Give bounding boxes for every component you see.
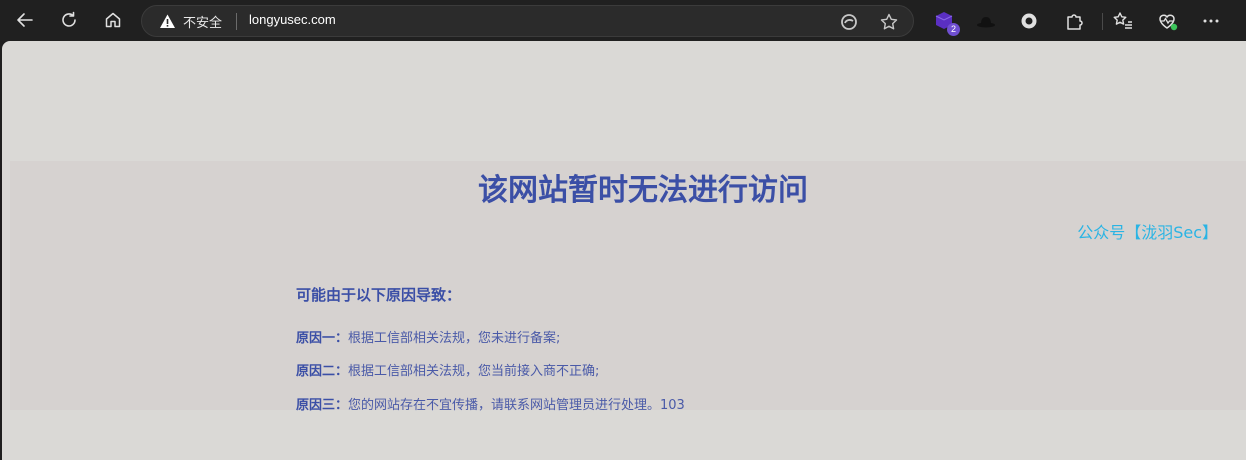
reason-label: 原因一： [296, 331, 349, 346]
reasons-heading: 可能由于以下原因导致： [296, 286, 462, 304]
security-status[interactable]: 不安全 [183, 12, 222, 31]
circle-icon [1021, 13, 1037, 29]
reason-text: 根据工信部相关法规，您未进行备案; [348, 331, 561, 346]
reason-text: 您的网站存在不宜传播，请联系网站管理员进行处理。103 [348, 398, 685, 413]
divider [236, 13, 237, 30]
reason-text: 根据工信部相关法规，您当前接入商不正确; [348, 364, 600, 379]
extension-badge: 2 [947, 23, 960, 36]
page-title: 该网站暂时无法进行访问 [478, 173, 808, 208]
favorites-button[interactable] [1110, 8, 1136, 34]
immersive-reader-icon[interactable] [839, 12, 859, 32]
extension-button[interactable]: 2 [932, 8, 960, 36]
reload-icon [62, 11, 76, 27]
hat-icon [977, 17, 995, 28]
back-button[interactable] [10, 5, 40, 35]
reason-item: 原因一：根据工信部相关法规，您未进行备案; [296, 327, 560, 346]
reason-label: 原因二： [296, 364, 349, 379]
address-bar[interactable]: 不安全 longyusec.com [141, 5, 914, 37]
favorites-list-icon [1113, 12, 1132, 29]
toolbar-divider [1102, 13, 1103, 30]
home-button[interactable] [98, 5, 128, 35]
warning-icon[interactable] [159, 13, 176, 30]
reason-item: 原因三：您的网站存在不宜传播，请联系网站管理员进行处理。103 [296, 394, 685, 413]
reason-item: 原因二：根据工信部相关法规，您当前接入商不正确; [296, 360, 599, 379]
settings-more-button[interactable] [1198, 8, 1224, 34]
extensions-button[interactable] [1061, 8, 1087, 34]
wechat-account-note: 公众号【泷羽Sec】 [1077, 223, 1218, 242]
page-content: 该网站暂时无法进行访问 公众号【泷羽Sec】 可能由于以下原因导致： 原因一：根… [2, 41, 1246, 460]
error-panel: 该网站暂时无法进行访问 公众号【泷羽Sec】 可能由于以下原因导致： 原因一：根… [10, 161, 1246, 413]
favorite-star-icon[interactable] [879, 12, 899, 32]
browser-toolbar: 不安全 longyusec.com 2 [0, 0, 1246, 41]
browser-essentials-button[interactable] [1154, 8, 1180, 34]
more-dots-icon [1203, 19, 1219, 23]
heart-pulse-icon [1159, 14, 1178, 31]
url-text[interactable]: longyusec.com [249, 12, 336, 27]
reason-label: 原因三： [296, 398, 349, 413]
extension-button[interactable] [1016, 8, 1042, 34]
extension-button[interactable] [973, 8, 999, 34]
home-icon [105, 12, 121, 28]
reload-button[interactable] [54, 5, 84, 35]
back-arrow-icon [17, 13, 33, 27]
puzzle-icon [1067, 14, 1083, 30]
